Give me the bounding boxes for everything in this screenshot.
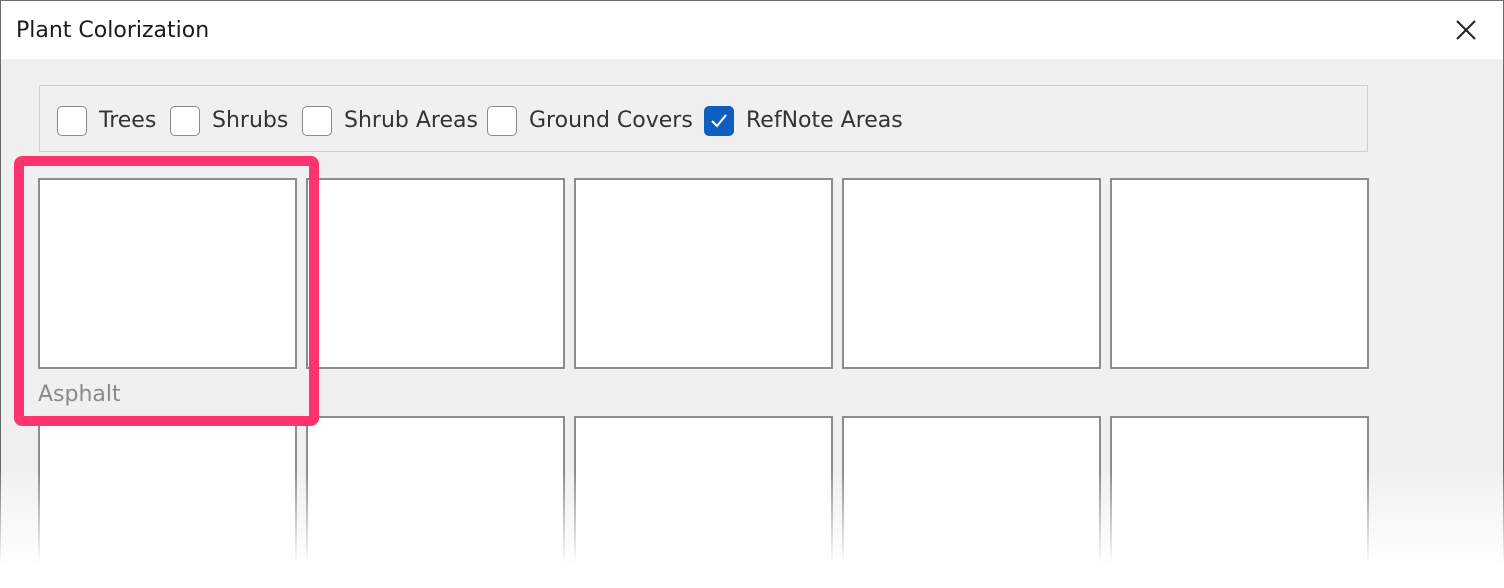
window-title: Plant Colorization	[16, 18, 210, 43]
ground-covers-checkbox[interactable]	[487, 106, 517, 136]
shrub-areas-label: Shrub Areas	[344, 108, 478, 133]
color-tile[interactable]	[574, 416, 833, 587]
color-tile[interactable]	[842, 416, 1101, 587]
color-tile[interactable]	[574, 178, 833, 369]
filter-refnote-areas[interactable]: RefNote Areas	[704, 105, 903, 137]
filter-shrubs[interactable]: Shrubs	[170, 105, 288, 137]
trees-label: Trees	[99, 108, 157, 133]
plant-type-filter-bar: Trees Shrubs Shrub Areas Ground Covers R…	[39, 85, 1368, 152]
checkmark-icon	[711, 114, 727, 128]
close-icon	[1456, 20, 1476, 40]
color-tile[interactable]	[1110, 178, 1369, 369]
title-bar: Plant Colorization	[1, 1, 1503, 59]
plant-colorization-dialog: Plant Colorization Trees Shrubs Shrub Ar…	[0, 0, 1504, 588]
close-button[interactable]	[1451, 15, 1481, 45]
color-tile-asphalt[interactable]	[38, 178, 297, 369]
filter-ground-covers[interactable]: Ground Covers	[487, 105, 693, 137]
color-tile[interactable]	[306, 178, 565, 369]
color-tile[interactable]	[306, 416, 565, 587]
shrubs-checkbox[interactable]	[170, 106, 200, 136]
trees-checkbox[interactable]	[57, 106, 87, 136]
shrub-areas-checkbox[interactable]	[302, 106, 332, 136]
tile-caption-asphalt: Asphalt	[38, 382, 121, 407]
color-tile[interactable]	[38, 416, 297, 587]
color-tile[interactable]	[1110, 416, 1369, 587]
ground-covers-label: Ground Covers	[529, 108, 693, 133]
filter-shrub-areas[interactable]: Shrub Areas	[302, 105, 478, 137]
shrubs-label: Shrubs	[212, 108, 289, 133]
refnote-areas-checkbox[interactable]	[704, 106, 734, 136]
color-tile[interactable]	[842, 178, 1101, 369]
refnote-areas-label: RefNote Areas	[746, 108, 903, 133]
filter-trees[interactable]: Trees	[57, 105, 156, 137]
